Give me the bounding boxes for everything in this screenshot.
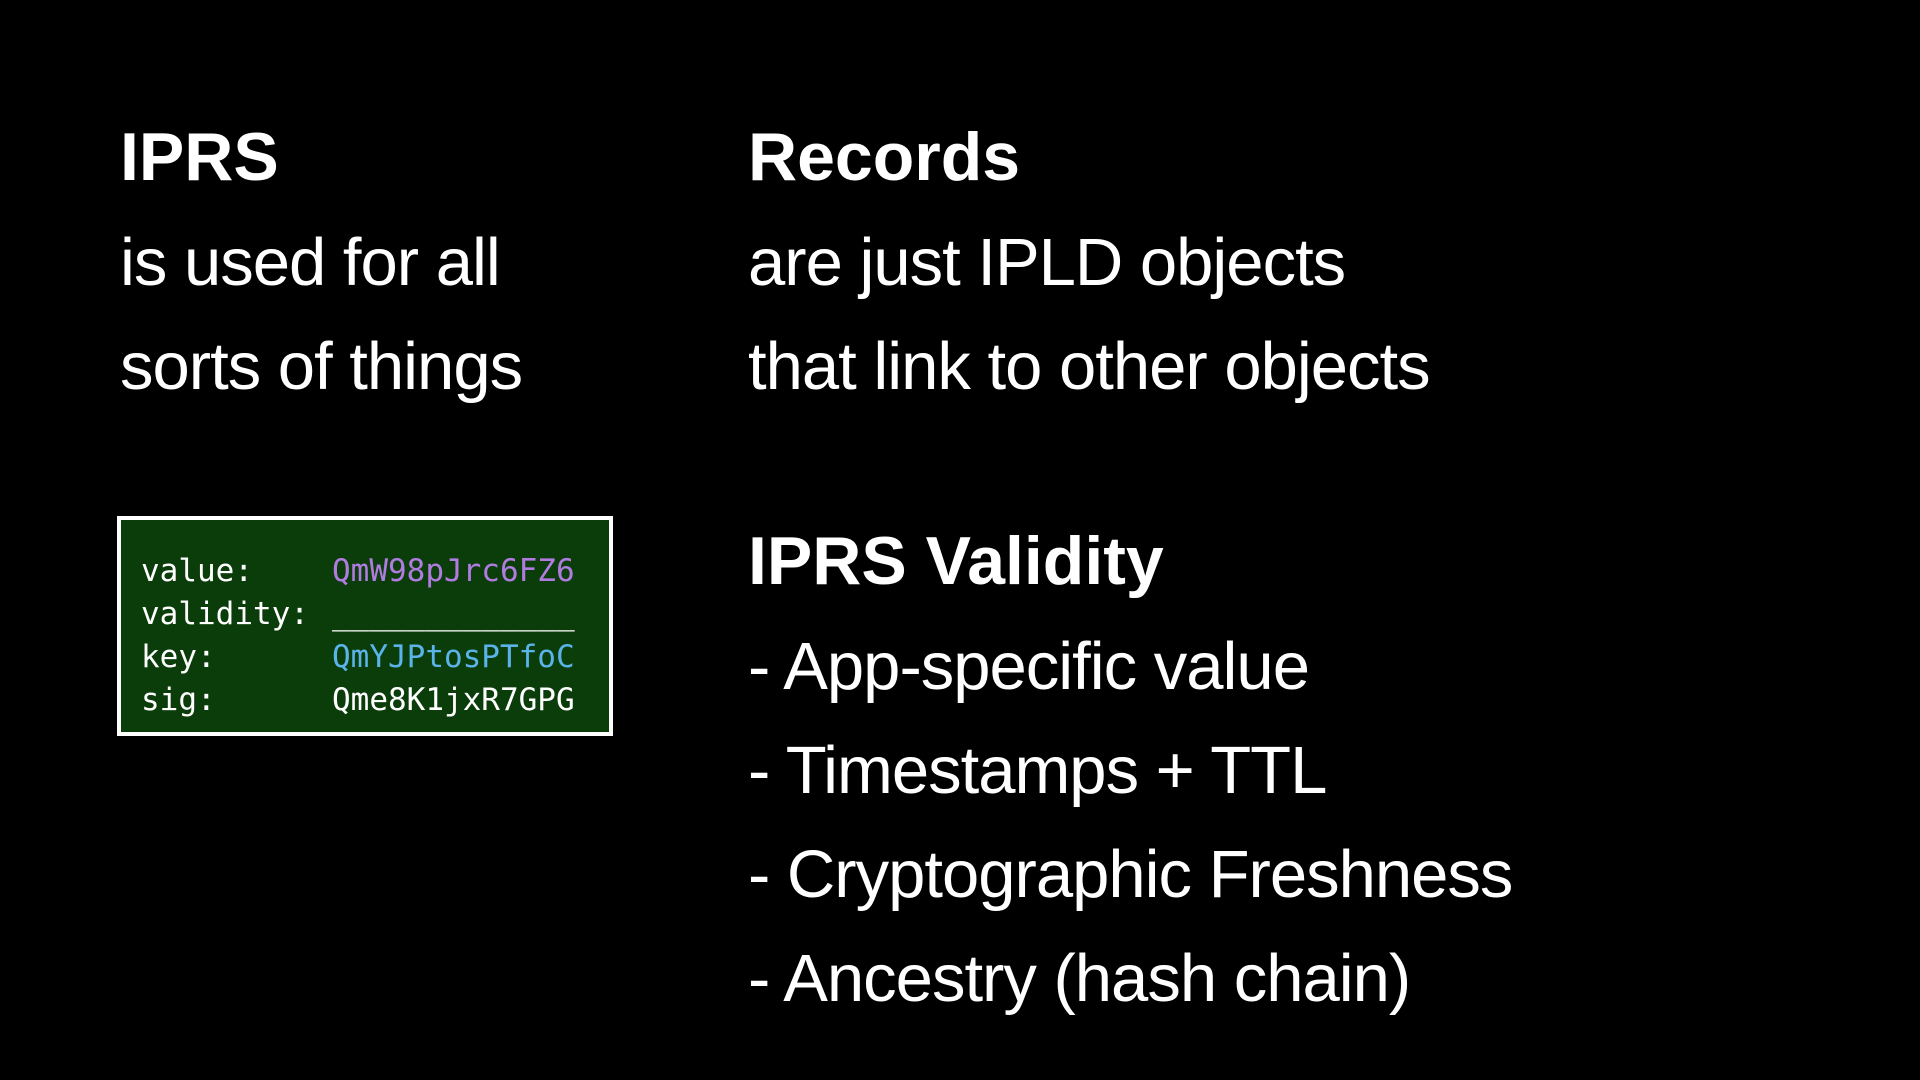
records-description-line-1: are just IPLD objects — [748, 225, 1346, 300]
record-field-value: QmW98pJrc6FZ6 — [332, 553, 575, 589]
record-row-sig: sig: Qme8K1jxR7GPG — [141, 679, 609, 722]
record-field-value: _____________ — [332, 596, 575, 632]
record-field-value: QmYJPtosPTfoC — [332, 639, 575, 675]
record-field-label: validity: — [141, 596, 309, 632]
records-title: Records — [748, 119, 1021, 195]
validity-item-freshness: - Cryptographic Freshness — [748, 837, 1513, 912]
records-description-line-2: that link to other objects — [748, 329, 1431, 404]
ipns-record-box: value: QmW98pJrc6FZ6 validity: _________… — [117, 516, 613, 736]
record-field-label: sig: — [141, 682, 216, 718]
record-row-key: key: QmYJPtosPTfoC — [141, 636, 609, 679]
validity-item-ancestry: - Ancestry (hash chain) — [748, 941, 1411, 1016]
record-row-validity: validity: _____________ — [141, 593, 609, 636]
iprs-validity-title: IPRS Validity — [748, 523, 1164, 599]
record-field-label: key: — [141, 639, 216, 675]
validity-item-app-specific: - App-specific value — [748, 629, 1310, 704]
iprs-title: IPRS — [120, 119, 279, 195]
iprs-description-line-1: is used for all — [120, 225, 501, 300]
record-field-value: Qme8K1jxR7GPG — [332, 682, 575, 718]
iprs-description-line-2: sorts of things — [120, 329, 523, 404]
record-row-value: value: QmW98pJrc6FZ6 — [141, 550, 609, 593]
validity-item-timestamps: - Timestamps + TTL — [748, 733, 1327, 808]
record-field-label: value: — [141, 553, 253, 589]
